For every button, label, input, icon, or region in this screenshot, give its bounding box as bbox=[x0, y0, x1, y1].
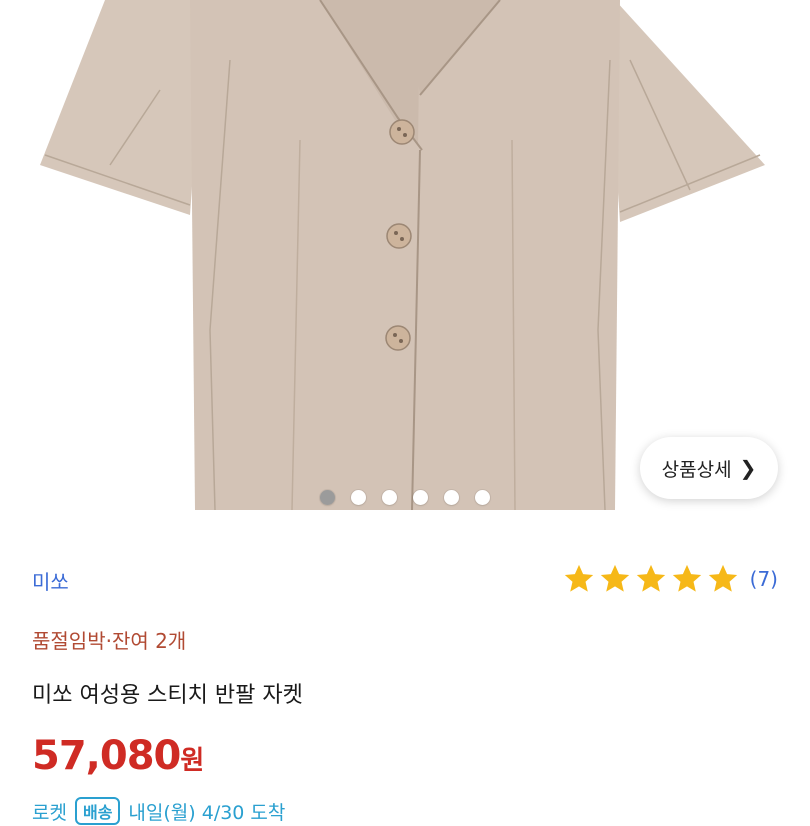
star-icon bbox=[672, 564, 701, 592]
delivery-date: 내일(월) 4/30 도착 bbox=[128, 801, 286, 824]
review-count: (7) bbox=[749, 567, 778, 591]
stock-status: 품절임박·잔여 2개 bbox=[32, 629, 187, 653]
product-title: 미쏘 여성용 스티치 반팔 자켓 bbox=[32, 683, 303, 708]
carousel-dot[interactable] bbox=[475, 490, 490, 505]
star-icon bbox=[600, 564, 629, 592]
product-image[interactable]: 상품상세 ❯ bbox=[0, 0, 810, 525]
carousel-dot[interactable] bbox=[320, 490, 335, 505]
carousel-dot[interactable] bbox=[444, 490, 459, 505]
price: 57,080원 bbox=[32, 733, 204, 779]
price-unit: 원 bbox=[180, 746, 205, 776]
rocket-brand: 로켓 bbox=[32, 801, 67, 824]
seller-link[interactable]: 미쏘 bbox=[32, 566, 69, 595]
carousel-dot[interactable] bbox=[382, 490, 397, 505]
carousel-dots bbox=[0, 490, 810, 505]
star-icon bbox=[564, 564, 593, 592]
rating[interactable]: (7) bbox=[562, 562, 778, 596]
star-icon bbox=[636, 564, 665, 592]
carousel-dot[interactable] bbox=[351, 490, 366, 505]
product-detail-label: 상품상세 bbox=[661, 458, 732, 481]
carousel-dot[interactable] bbox=[413, 490, 428, 505]
price-value: 57,080 bbox=[32, 733, 181, 779]
star-icon bbox=[708, 564, 737, 592]
chevron-right-icon: ❯ bbox=[739, 456, 757, 480]
delivery-badge: 배송 bbox=[74, 797, 121, 825]
delivery-info: 로켓 배송 내일(월) 4/30 도착 bbox=[32, 796, 285, 826]
